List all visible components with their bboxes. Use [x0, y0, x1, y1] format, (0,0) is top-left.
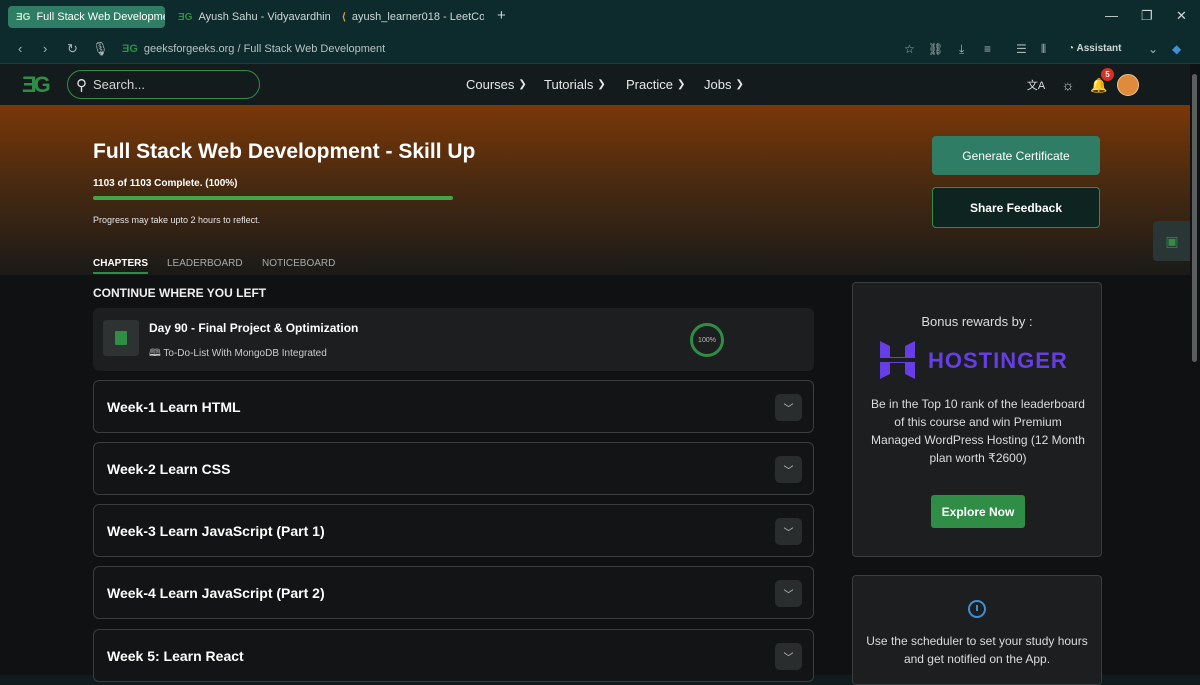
avatar[interactable]	[1117, 74, 1139, 96]
continue-subtitle: To-Do-List With MongoDB Integrated	[163, 348, 327, 359]
search-placeholder: Search...	[93, 77, 146, 92]
forward-icon[interactable]: ›	[43, 41, 47, 56]
tab-chapters[interactable]: CHAPTERS	[93, 258, 149, 274]
gfg-logo[interactable]: ƎG	[22, 72, 51, 98]
week-label: Week-4 Learn JavaScript (Part 2)	[107, 585, 325, 601]
course-title: Full Stack Web Development - Skill Up	[93, 140, 476, 163]
chevron-down-icon[interactable]: ﹀	[775, 456, 802, 483]
continue-heading: CONTINUE WHERE YOU LEFT	[93, 286, 267, 300]
week-accordion[interactable]: Week 5: Learn React ﹀	[93, 629, 814, 682]
nav-label: Courses	[466, 77, 515, 92]
week-accordion[interactable]: Week-2 Learn CSS ﹀	[93, 442, 814, 495]
nav-courses[interactable]: Courses ❯	[466, 77, 527, 92]
back-icon[interactable]: ‹	[18, 41, 22, 56]
nav-practice[interactable]: Practice ❯	[626, 77, 685, 92]
assistant-button[interactable]: ◔ Assistant	[1068, 43, 1121, 54]
download-icon[interactable]: ⤓	[959, 42, 964, 57]
chevron-down-icon[interactable]: ﹀	[775, 643, 802, 670]
gfg-icon: ƎG	[16, 11, 31, 23]
search-icon: ⚲	[76, 76, 87, 94]
document-icon	[103, 320, 139, 356]
leetcode-icon: ⟨	[342, 11, 346, 23]
chevron-down-icon[interactable]: ﹀	[775, 518, 802, 545]
chevron-down-icon[interactable]: ⌄	[1148, 42, 1158, 56]
continue-title: Day 90 - Final Project & Optimization	[149, 321, 359, 335]
browser-tab[interactable]: ⟨ ayush_learner018 - LeetCode	[334, 6, 484, 28]
browser-tab[interactable]: ƎG Ayush Sahu - Vidyavardhinis C	[170, 6, 330, 28]
gfg-icon: ƎG	[122, 43, 138, 55]
progress-note: Progress may take upto 2 hours to reflec…	[93, 215, 261, 225]
chevron-down-icon: ❯	[518, 79, 527, 90]
completion-text: 1103 of 1103 Complete. (100%)	[93, 178, 238, 189]
chevron-down-icon: ❯	[676, 79, 686, 90]
assistant-label: Assistant	[1076, 43, 1122, 54]
microphone-icon[interactable]: 🎙	[92, 41, 109, 57]
week-label: Week-3 Learn JavaScript (Part 1)	[107, 523, 325, 539]
week-accordion[interactable]: Week-3 Learn JavaScript (Part 1) ﹀	[93, 504, 814, 557]
browser-tab[interactable]: ƎG Full Stack Web Development	[8, 6, 165, 28]
bonus-heading: Bonus rewards by :	[921, 314, 1033, 329]
week-label: Week-2 Learn CSS	[107, 461, 231, 477]
scheduler-card	[852, 575, 1102, 685]
gfg-icon: ƎG	[178, 11, 193, 23]
chevron-down-icon[interactable]: ﹀	[775, 394, 802, 421]
address-bar: ‹ › ↻ 🎙 ƎG geeksforgeeks.org / Full Stack…	[0, 34, 1200, 64]
notification-badge: 5	[1101, 68, 1114, 81]
assistant-icon: ◔	[1068, 43, 1075, 54]
scrollbar[interactable]	[1190, 64, 1200, 675]
menu-icon[interactable]: ☰	[1016, 42, 1027, 56]
week-label: Week 5: Learn React	[107, 648, 244, 664]
star-icon[interactable]: ☆	[904, 42, 915, 56]
theme-toggle-icon[interactable]: ☼	[1057, 74, 1079, 96]
week-accordion[interactable]: Week-4 Learn JavaScript (Part 2) ﹀	[93, 566, 814, 619]
tab-label: ayush_learner018 - LeetCode	[351, 11, 484, 23]
week-accordion[interactable]: Week-1 Learn HTML ﹀	[93, 380, 814, 433]
minimize-icon[interactable]: —	[1105, 8, 1118, 23]
scrollbar-thumb[interactable]	[1192, 74, 1197, 362]
chevron-down-icon: ❯	[597, 79, 606, 90]
share-feedback-button[interactable]: Share Feedback	[932, 187, 1100, 228]
reading-list-icon[interactable]: ≡	[984, 42, 991, 56]
hostinger-logo-icon	[880, 341, 915, 379]
extension-icon[interactable]: ◆	[1172, 42, 1181, 56]
tab-label: Ayush Sahu - Vidyavardhinis C	[198, 11, 330, 23]
progress-ring: 100%	[690, 323, 724, 357]
url-field[interactable]: ƎG geeksforgeeks.org / Full Stack Web Dev…	[122, 43, 385, 55]
close-icon[interactable]: ✕	[1176, 8, 1187, 24]
browser-tab-bar: ƎG Full Stack Web Development ƎG Ayush S…	[0, 0, 1200, 34]
restore-icon[interactable]: ❐	[1141, 8, 1153, 24]
tab-leaderboard[interactable]: LEADERBOARD	[167, 258, 243, 269]
continue-card[interactable]: Day 90 - Final Project & Optimization 🕮 …	[93, 308, 814, 371]
audio-icon[interactable]: ⫴	[1041, 42, 1046, 57]
week-label: Week-1 Learn HTML	[107, 399, 241, 415]
reload-icon[interactable]: ↻	[67, 41, 78, 57]
progress-bar	[93, 196, 453, 200]
tab-noticeboard[interactable]: NOTICEBOARD	[262, 258, 335, 269]
new-tab-icon[interactable]: +	[497, 7, 506, 24]
translate-icon[interactable]: 文A	[1025, 74, 1047, 96]
alarm-clock-icon	[968, 600, 986, 618]
nav-label: Practice	[626, 77, 673, 92]
bonus-description: Be in the Top 10 rank of the leaderboard…	[871, 397, 1085, 465]
nav-label: Jobs	[704, 77, 732, 92]
hostinger-brand: HOSTINGER	[928, 348, 1068, 373]
nav-jobs[interactable]: Jobs ❯	[704, 77, 744, 92]
nav-label: Tutorials	[544, 77, 594, 92]
progress-fill	[93, 196, 453, 200]
link-icon[interactable]: ⛓	[928, 42, 943, 56]
generate-certificate-button[interactable]: Generate Certificate	[932, 136, 1100, 175]
site-header: ƎG ⚲ Search... Courses ❯ Tutorials ❯ Pra…	[0, 64, 1200, 105]
tab-label: Full Stack Web Development	[36, 11, 165, 23]
explore-now-button[interactable]: Explore Now	[931, 495, 1025, 528]
search-input[interactable]: ⚲ Search...	[67, 70, 260, 99]
url-text: geeksforgeeks.org / Full Stack Web Devel…	[143, 43, 386, 55]
nav-tutorials[interactable]: Tutorials ❯	[544, 77, 606, 92]
scheduler-text: Use the scheduler to set your study hour…	[866, 634, 1088, 666]
continue-subtitle-row: 🕮 To-Do-List With MongoDB Integrated	[149, 346, 327, 363]
book-icon: 🕮	[149, 348, 161, 359]
chevron-down-icon: ❯	[735, 79, 744, 90]
chat-icon[interactable]: ▣	[1153, 221, 1191, 261]
chevron-down-icon[interactable]: ﹀	[775, 580, 802, 607]
